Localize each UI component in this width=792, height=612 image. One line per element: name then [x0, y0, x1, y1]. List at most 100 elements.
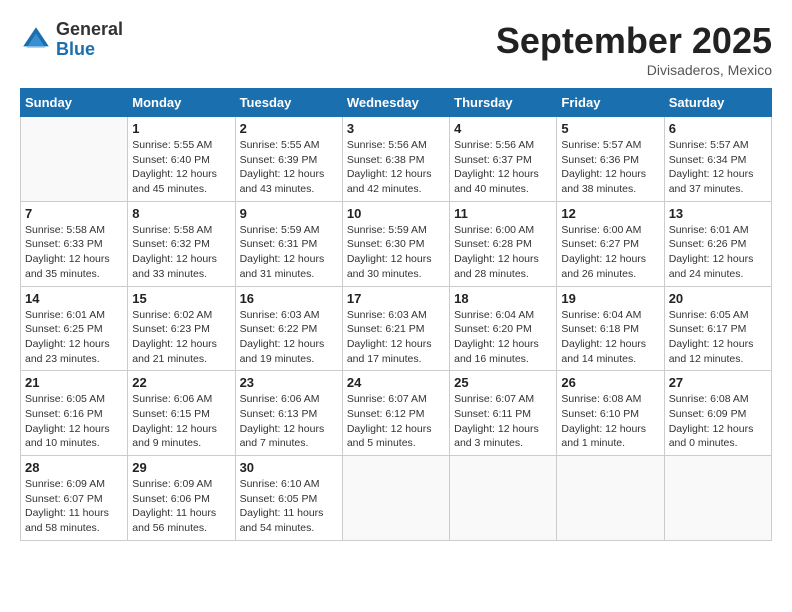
day-info: Sunrise: 5:56 AM Sunset: 6:38 PM Dayligh… — [347, 138, 445, 197]
day-number: 20 — [669, 291, 767, 306]
day-number: 23 — [240, 375, 338, 390]
day-number: 28 — [25, 460, 123, 475]
weekday-header-monday: Monday — [128, 89, 235, 117]
location-subtitle: Divisaderos, Mexico — [496, 62, 772, 78]
page-header: General Blue September 2025 Divisaderos,… — [20, 20, 772, 78]
day-info: Sunrise: 6:10 AM Sunset: 6:05 PM Dayligh… — [240, 477, 338, 536]
day-info: Sunrise: 5:59 AM Sunset: 6:31 PM Dayligh… — [240, 223, 338, 282]
calendar-cell — [21, 117, 128, 202]
calendar-cell: 10 Sunrise: 5:59 AM Sunset: 6:30 PM Dayli… — [342, 201, 449, 286]
day-number: 6 — [669, 121, 767, 136]
logo-blue: Blue — [56, 39, 95, 59]
day-info: Sunrise: 6:08 AM Sunset: 6:09 PM Dayligh… — [669, 392, 767, 451]
day-number: 29 — [132, 460, 230, 475]
day-number: 14 — [25, 291, 123, 306]
calendar-cell: 30 Sunrise: 6:10 AM Sunset: 6:05 PM Dayli… — [235, 456, 342, 541]
day-info: Sunrise: 6:02 AM Sunset: 6:23 PM Dayligh… — [132, 308, 230, 367]
day-info: Sunrise: 5:57 AM Sunset: 6:34 PM Dayligh… — [669, 138, 767, 197]
day-info: Sunrise: 6:09 AM Sunset: 6:06 PM Dayligh… — [132, 477, 230, 536]
calendar-table: SundayMondayTuesdayWednesdayThursdayFrid… — [20, 88, 772, 541]
weekday-header-tuesday: Tuesday — [235, 89, 342, 117]
day-info: Sunrise: 6:00 AM Sunset: 6:28 PM Dayligh… — [454, 223, 552, 282]
calendar-cell: 23Sunrise: 6:06 AM Sunset: 6:13 PM Dayli… — [235, 371, 342, 456]
day-number: 26 — [561, 375, 659, 390]
calendar-cell: 12Sunrise: 6:00 AM Sunset: 6:27 PM Dayli… — [557, 201, 664, 286]
day-number: 8 — [132, 206, 230, 221]
calendar-week-4: 21Sunrise: 6:05 AM Sunset: 6:16 PM Dayli… — [21, 371, 772, 456]
day-number: 22 — [132, 375, 230, 390]
calendar-cell: 5 Sunrise: 5:57 AM Sunset: 6:36 PM Daylig… — [557, 117, 664, 202]
calendar-cell — [450, 456, 557, 541]
logo-text: General Blue — [56, 20, 123, 60]
day-info: Sunrise: 6:04 AM Sunset: 6:20 PM Dayligh… — [454, 308, 552, 367]
calendar-cell: 29 Sunrise: 6:09 AM Sunset: 6:06 PM Dayli… — [128, 456, 235, 541]
weekday-header-row: SundayMondayTuesdayWednesdayThursdayFrid… — [21, 89, 772, 117]
weekday-header-thursday: Thursday — [450, 89, 557, 117]
day-info: Sunrise: 5:58 AM Sunset: 6:33 PM Dayligh… — [25, 223, 123, 282]
calendar-cell: 11 Sunrise: 6:00 AM Sunset: 6:28 PM Dayli… — [450, 201, 557, 286]
day-info: Sunrise: 6:01 AM Sunset: 6:25 PM Dayligh… — [25, 308, 123, 367]
day-info: Sunrise: 6:01 AM Sunset: 6:26 PM Dayligh… — [669, 223, 767, 282]
calendar-cell — [342, 456, 449, 541]
calendar-cell: 14 Sunrise: 6:01 AM Sunset: 6:25 PM Dayli… — [21, 286, 128, 371]
calendar-cell: 2 Sunrise: 5:55 AM Sunset: 6:39 PM Daylig… — [235, 117, 342, 202]
calendar-week-2: 7 Sunrise: 5:58 AM Sunset: 6:33 PM Daylig… — [21, 201, 772, 286]
day-number: 24 — [347, 375, 445, 390]
day-info: Sunrise: 5:56 AM Sunset: 6:37 PM Dayligh… — [454, 138, 552, 197]
calendar-cell: 19Sunrise: 6:04 AM Sunset: 6:18 PM Dayli… — [557, 286, 664, 371]
day-number: 15 — [132, 291, 230, 306]
day-number: 16 — [240, 291, 338, 306]
day-number: 7 — [25, 206, 123, 221]
day-number: 11 — [454, 206, 552, 221]
day-number: 30 — [240, 460, 338, 475]
title-block: September 2025 Divisaderos, Mexico — [496, 20, 772, 78]
logo: General Blue — [20, 20, 123, 60]
day-info: Sunrise: 6:05 AM Sunset: 6:17 PM Dayligh… — [669, 308, 767, 367]
day-info: Sunrise: 6:07 AM Sunset: 6:11 PM Dayligh… — [454, 392, 552, 451]
calendar-cell: 20 Sunrise: 6:05 AM Sunset: 6:17 PM Dayli… — [664, 286, 771, 371]
calendar-cell: 24Sunrise: 6:07 AM Sunset: 6:12 PM Dayli… — [342, 371, 449, 456]
calendar-week-1: 1 Sunrise: 5:55 AM Sunset: 6:40 PM Daylig… — [21, 117, 772, 202]
day-number: 1 — [132, 121, 230, 136]
day-number: 18 — [454, 291, 552, 306]
calendar-cell: 28 Sunrise: 6:09 AM Sunset: 6:07 PM Dayli… — [21, 456, 128, 541]
calendar-cell: 18 Sunrise: 6:04 AM Sunset: 6:20 PM Dayli… — [450, 286, 557, 371]
weekday-header-wednesday: Wednesday — [342, 89, 449, 117]
day-number: 21 — [25, 375, 123, 390]
day-info: Sunrise: 6:06 AM Sunset: 6:15 PM Dayligh… — [132, 392, 230, 451]
calendar-cell: 7 Sunrise: 5:58 AM Sunset: 6:33 PM Daylig… — [21, 201, 128, 286]
calendar-week-3: 14 Sunrise: 6:01 AM Sunset: 6:25 PM Dayli… — [21, 286, 772, 371]
calendar-cell: 3Sunrise: 5:56 AM Sunset: 6:38 PM Daylig… — [342, 117, 449, 202]
logo-general: General — [56, 19, 123, 39]
weekday-header-sunday: Sunday — [21, 89, 128, 117]
day-info: Sunrise: 6:09 AM Sunset: 6:07 PM Dayligh… — [25, 477, 123, 536]
day-info: Sunrise: 5:59 AM Sunset: 6:30 PM Dayligh… — [347, 223, 445, 282]
weekday-header-friday: Friday — [557, 89, 664, 117]
day-info: Sunrise: 5:55 AM Sunset: 6:39 PM Dayligh… — [240, 138, 338, 197]
day-number: 10 — [347, 206, 445, 221]
calendar-cell: 15 Sunrise: 6:02 AM Sunset: 6:23 PM Dayli… — [128, 286, 235, 371]
day-number: 5 — [561, 121, 659, 136]
day-number: 9 — [240, 206, 338, 221]
day-info: Sunrise: 5:55 AM Sunset: 6:40 PM Dayligh… — [132, 138, 230, 197]
calendar-cell: 27Sunrise: 6:08 AM Sunset: 6:09 PM Dayli… — [664, 371, 771, 456]
day-number: 2 — [240, 121, 338, 136]
calendar-cell: 16 Sunrise: 6:03 AM Sunset: 6:22 PM Dayli… — [235, 286, 342, 371]
calendar-cell: 26 Sunrise: 6:08 AM Sunset: 6:10 PM Dayli… — [557, 371, 664, 456]
calendar-cell: 17Sunrise: 6:03 AM Sunset: 6:21 PM Dayli… — [342, 286, 449, 371]
weekday-header-saturday: Saturday — [664, 89, 771, 117]
calendar-cell: 22 Sunrise: 6:06 AM Sunset: 6:15 PM Dayli… — [128, 371, 235, 456]
day-number: 17 — [347, 291, 445, 306]
calendar-cell: 4 Sunrise: 5:56 AM Sunset: 6:37 PM Daylig… — [450, 117, 557, 202]
day-info: Sunrise: 6:08 AM Sunset: 6:10 PM Dayligh… — [561, 392, 659, 451]
day-info: Sunrise: 6:00 AM Sunset: 6:27 PM Dayligh… — [561, 223, 659, 282]
logo-icon — [20, 24, 52, 56]
calendar-week-5: 28 Sunrise: 6:09 AM Sunset: 6:07 PM Dayli… — [21, 456, 772, 541]
calendar-cell — [557, 456, 664, 541]
day-info: Sunrise: 5:57 AM Sunset: 6:36 PM Dayligh… — [561, 138, 659, 197]
calendar-cell: 8Sunrise: 5:58 AM Sunset: 6:32 PM Daylig… — [128, 201, 235, 286]
calendar-cell — [664, 456, 771, 541]
day-number: 13 — [669, 206, 767, 221]
day-number: 4 — [454, 121, 552, 136]
day-info: Sunrise: 6:03 AM Sunset: 6:22 PM Dayligh… — [240, 308, 338, 367]
